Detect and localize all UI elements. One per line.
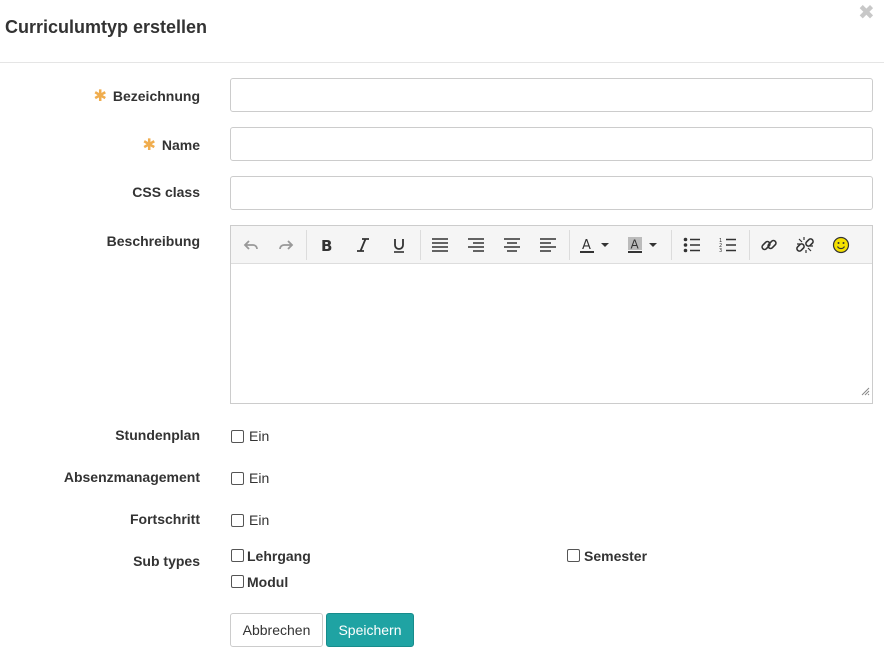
svg-text:A: A [631,238,640,252]
fortschritt-option-label: Ein [249,512,270,528]
link-icon[interactable] [755,233,783,257]
sub-type-modul-label: Modul [247,574,289,590]
undo-icon[interactable] [237,233,265,257]
bold-icon[interactable]: B [312,233,340,257]
absenzmanagement-checkbox[interactable] [231,472,244,485]
sub-type-modul-checkbox[interactable] [231,575,244,588]
sub-type-semester-checkbox[interactable] [567,549,580,562]
underline-icon[interactable] [385,233,413,257]
sub-type-lehrgang-checkbox[interactable] [231,549,244,562]
stundenplan-label: Stundenplan [115,427,200,443]
background-color-dropdown-icon[interactable] [645,233,661,257]
required-icon: ✱ [142,137,156,154]
absenzmanagement-label: Absenzmanagement [63,469,200,485]
close-icon[interactable]: ✖ [858,3,875,23]
create-curriculum-type-dialog: Curriculumtyp erstellen ✖ ✱ Bezeichnung ✱… [0,0,884,662]
resize-handle-icon[interactable] [861,383,870,401]
cancel-button[interactable]: Abbrechen [230,613,323,647]
fortschritt-label: Fortschritt [130,511,200,527]
bezeichnung-input[interactable] [230,78,873,112]
bezeichnung-label: ✱ Bezeichnung [93,88,200,105]
align-center-icon[interactable] [498,233,526,257]
fortschritt-checkbox[interactable] [231,514,244,527]
italic-icon[interactable] [349,233,377,257]
required-icon: ✱ [93,88,107,105]
unlink-icon[interactable] [791,233,819,257]
css-class-input[interactable] [230,176,873,210]
dialog-header: Curriculumtyp erstellen ✖ [0,0,884,63]
svg-text:A: A [582,238,591,253]
stundenplan-option-label: Ein [249,428,270,444]
align-left-icon[interactable] [534,233,562,257]
editor-content-area[interactable] [231,264,872,403]
save-button[interactable]: Speichern [326,613,414,647]
beschreibung-label: Beschreibung [106,233,200,249]
sub-type-semester-label: Semester [584,548,648,564]
css-class-label: CSS class [132,184,200,200]
rich-text-editor: B A A 1 2 3 [230,225,873,404]
stundenplan-checkbox[interactable] [231,430,244,443]
numbered-list-icon[interactable]: 123 [714,233,742,257]
sub-type-lehrgang-label: Lehrgang [247,548,311,564]
align-justify-icon[interactable] [426,233,454,257]
editor-toolbar: B A A 1 2 3 [231,226,872,264]
sub-types-label: Sub types [133,553,200,569]
emoticon-icon[interactable] [827,233,855,257]
name-label: ✱ Name [142,137,200,154]
align-right-icon[interactable] [462,233,490,257]
name-input[interactable] [230,127,873,161]
text-color-dropdown-icon[interactable] [597,233,613,257]
absenzmanagement-option-label: Ein [249,470,270,486]
bullet-list-icon[interactable] [678,233,706,257]
dialog-title: Curriculumtyp erstellen [5,17,208,37]
redo-icon[interactable] [272,233,300,257]
svg-text:3: 3 [719,248,722,253]
svg-text:B: B [321,237,332,253]
